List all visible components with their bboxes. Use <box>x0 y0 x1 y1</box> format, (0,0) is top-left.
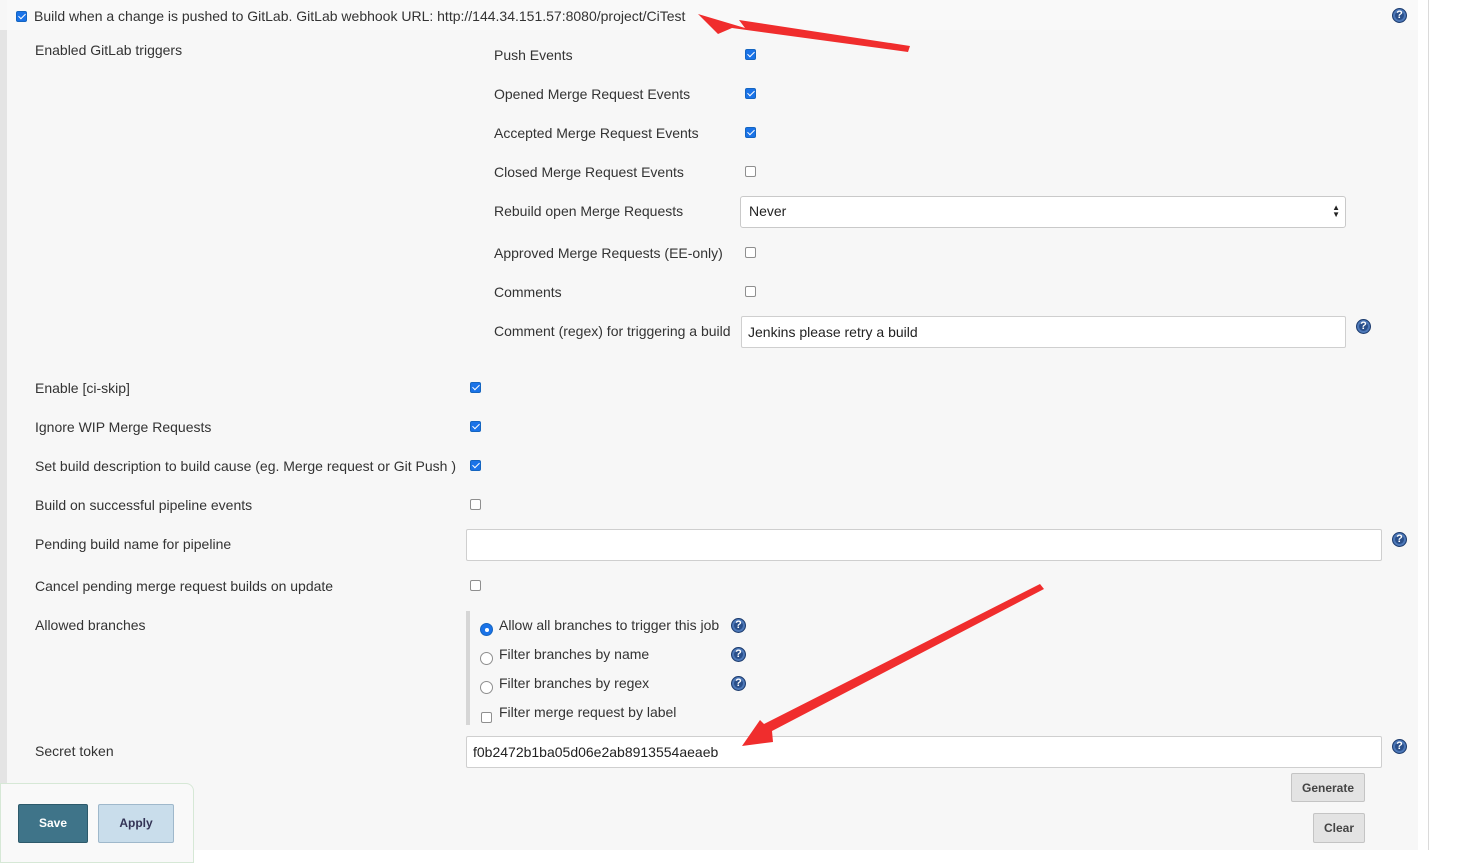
comment-regex-label: Comment (regex) for triggering a build <box>494 323 731 339</box>
pending-build-name-input[interactable] <box>466 529 1382 561</box>
secret-token-input[interactable]: f0b2472b1ba05d06e2ab8913554aeaeb <box>466 736 1382 768</box>
ci-skip-checkbox[interactable] <box>470 382 481 393</box>
push-events-label: Push Events <box>494 47 573 63</box>
approved-mr-label: Approved Merge Requests (EE-only) <box>494 245 723 261</box>
build-on-push-checkbox[interactable] <box>16 11 27 22</box>
build-on-push-label: Build when a change is pushed to GitLab.… <box>34 8 686 24</box>
accepted-mr-label: Accepted Merge Request Events <box>494 125 699 141</box>
filter-by-name-label: Filter branches by name <box>499 646 650 662</box>
apply-button[interactable]: Apply <box>98 804 174 843</box>
enabled-triggers-label: Enabled GitLab triggers <box>35 42 183 58</box>
filter-by-regex-label: Filter branches by regex <box>499 675 650 691</box>
ci-skip-label: Enable [ci-skip] <box>35 380 130 396</box>
comments-checkbox[interactable] <box>745 286 756 297</box>
page-right-border <box>1428 0 1429 850</box>
select-arrows-icon: ▲ ▼ <box>1332 203 1340 219</box>
config-panel <box>0 0 1418 850</box>
help-icon[interactable]: ? <box>731 618 746 633</box>
ignore-wip-label: Ignore WIP Merge Requests <box>35 419 212 435</box>
rebuild-mr-select[interactable]: Never ▲ ▼ <box>740 196 1346 228</box>
help-icon[interactable]: ? <box>731 647 746 662</box>
generate-token-button[interactable]: Generate <box>1291 773 1365 802</box>
ignore-wip-checkbox[interactable] <box>470 421 481 432</box>
filter-by-label-label: Filter merge request by label <box>499 704 677 720</box>
allow-all-branches-radio[interactable] <box>480 623 493 636</box>
clear-token-button[interactable]: Clear <box>1313 813 1365 843</box>
set-description-label: Set build description to build cause (eg… <box>35 458 456 474</box>
secret-token-label: Secret token <box>35 743 114 759</box>
comments-label: Comments <box>494 284 562 300</box>
cancel-pending-checkbox[interactable] <box>470 580 481 591</box>
approved-mr-checkbox[interactable] <box>745 247 756 258</box>
opened-mr-checkbox[interactable] <box>745 88 756 99</box>
help-icon[interactable]: ? <box>1392 739 1407 754</box>
filter-by-label-checkbox[interactable] <box>481 712 492 723</box>
filter-by-name-radio[interactable] <box>480 652 493 665</box>
pipeline-events-checkbox[interactable] <box>470 499 481 510</box>
rebuild-mr-value: Never <box>749 203 787 219</box>
cancel-pending-label: Cancel pending merge request builds on u… <box>35 578 334 594</box>
save-button[interactable]: Save <box>18 804 88 843</box>
pending-build-name-label: Pending build name for pipeline <box>35 536 232 552</box>
comment-regex-input[interactable]: Jenkins please retry a build <box>741 316 1346 348</box>
help-icon[interactable]: ? <box>1392 532 1407 547</box>
push-events-checkbox[interactable] <box>745 49 756 60</box>
help-icon[interactable]: ? <box>1392 8 1407 23</box>
pipeline-events-label: Build on successful pipeline events <box>35 497 253 513</box>
accepted-mr-checkbox[interactable] <box>745 127 756 138</box>
set-description-checkbox[interactable] <box>470 460 481 471</box>
help-icon[interactable]: ? <box>1356 319 1371 334</box>
help-icon[interactable]: ? <box>731 676 746 691</box>
opened-mr-label: Opened Merge Request Events <box>494 86 691 102</box>
rebuild-mr-label: Rebuild open Merge Requests <box>494 203 684 219</box>
closed-mr-checkbox[interactable] <box>745 166 756 177</box>
filter-by-regex-radio[interactable] <box>480 681 493 694</box>
allow-all-branches-label: Allow all branches to trigger this job <box>499 617 720 633</box>
allowed-branches-label: Allowed branches <box>35 617 146 633</box>
section-indent-bar <box>0 30 7 850</box>
allowed-branches-group-bar <box>466 611 470 725</box>
closed-mr-label: Closed Merge Request Events <box>494 164 684 180</box>
